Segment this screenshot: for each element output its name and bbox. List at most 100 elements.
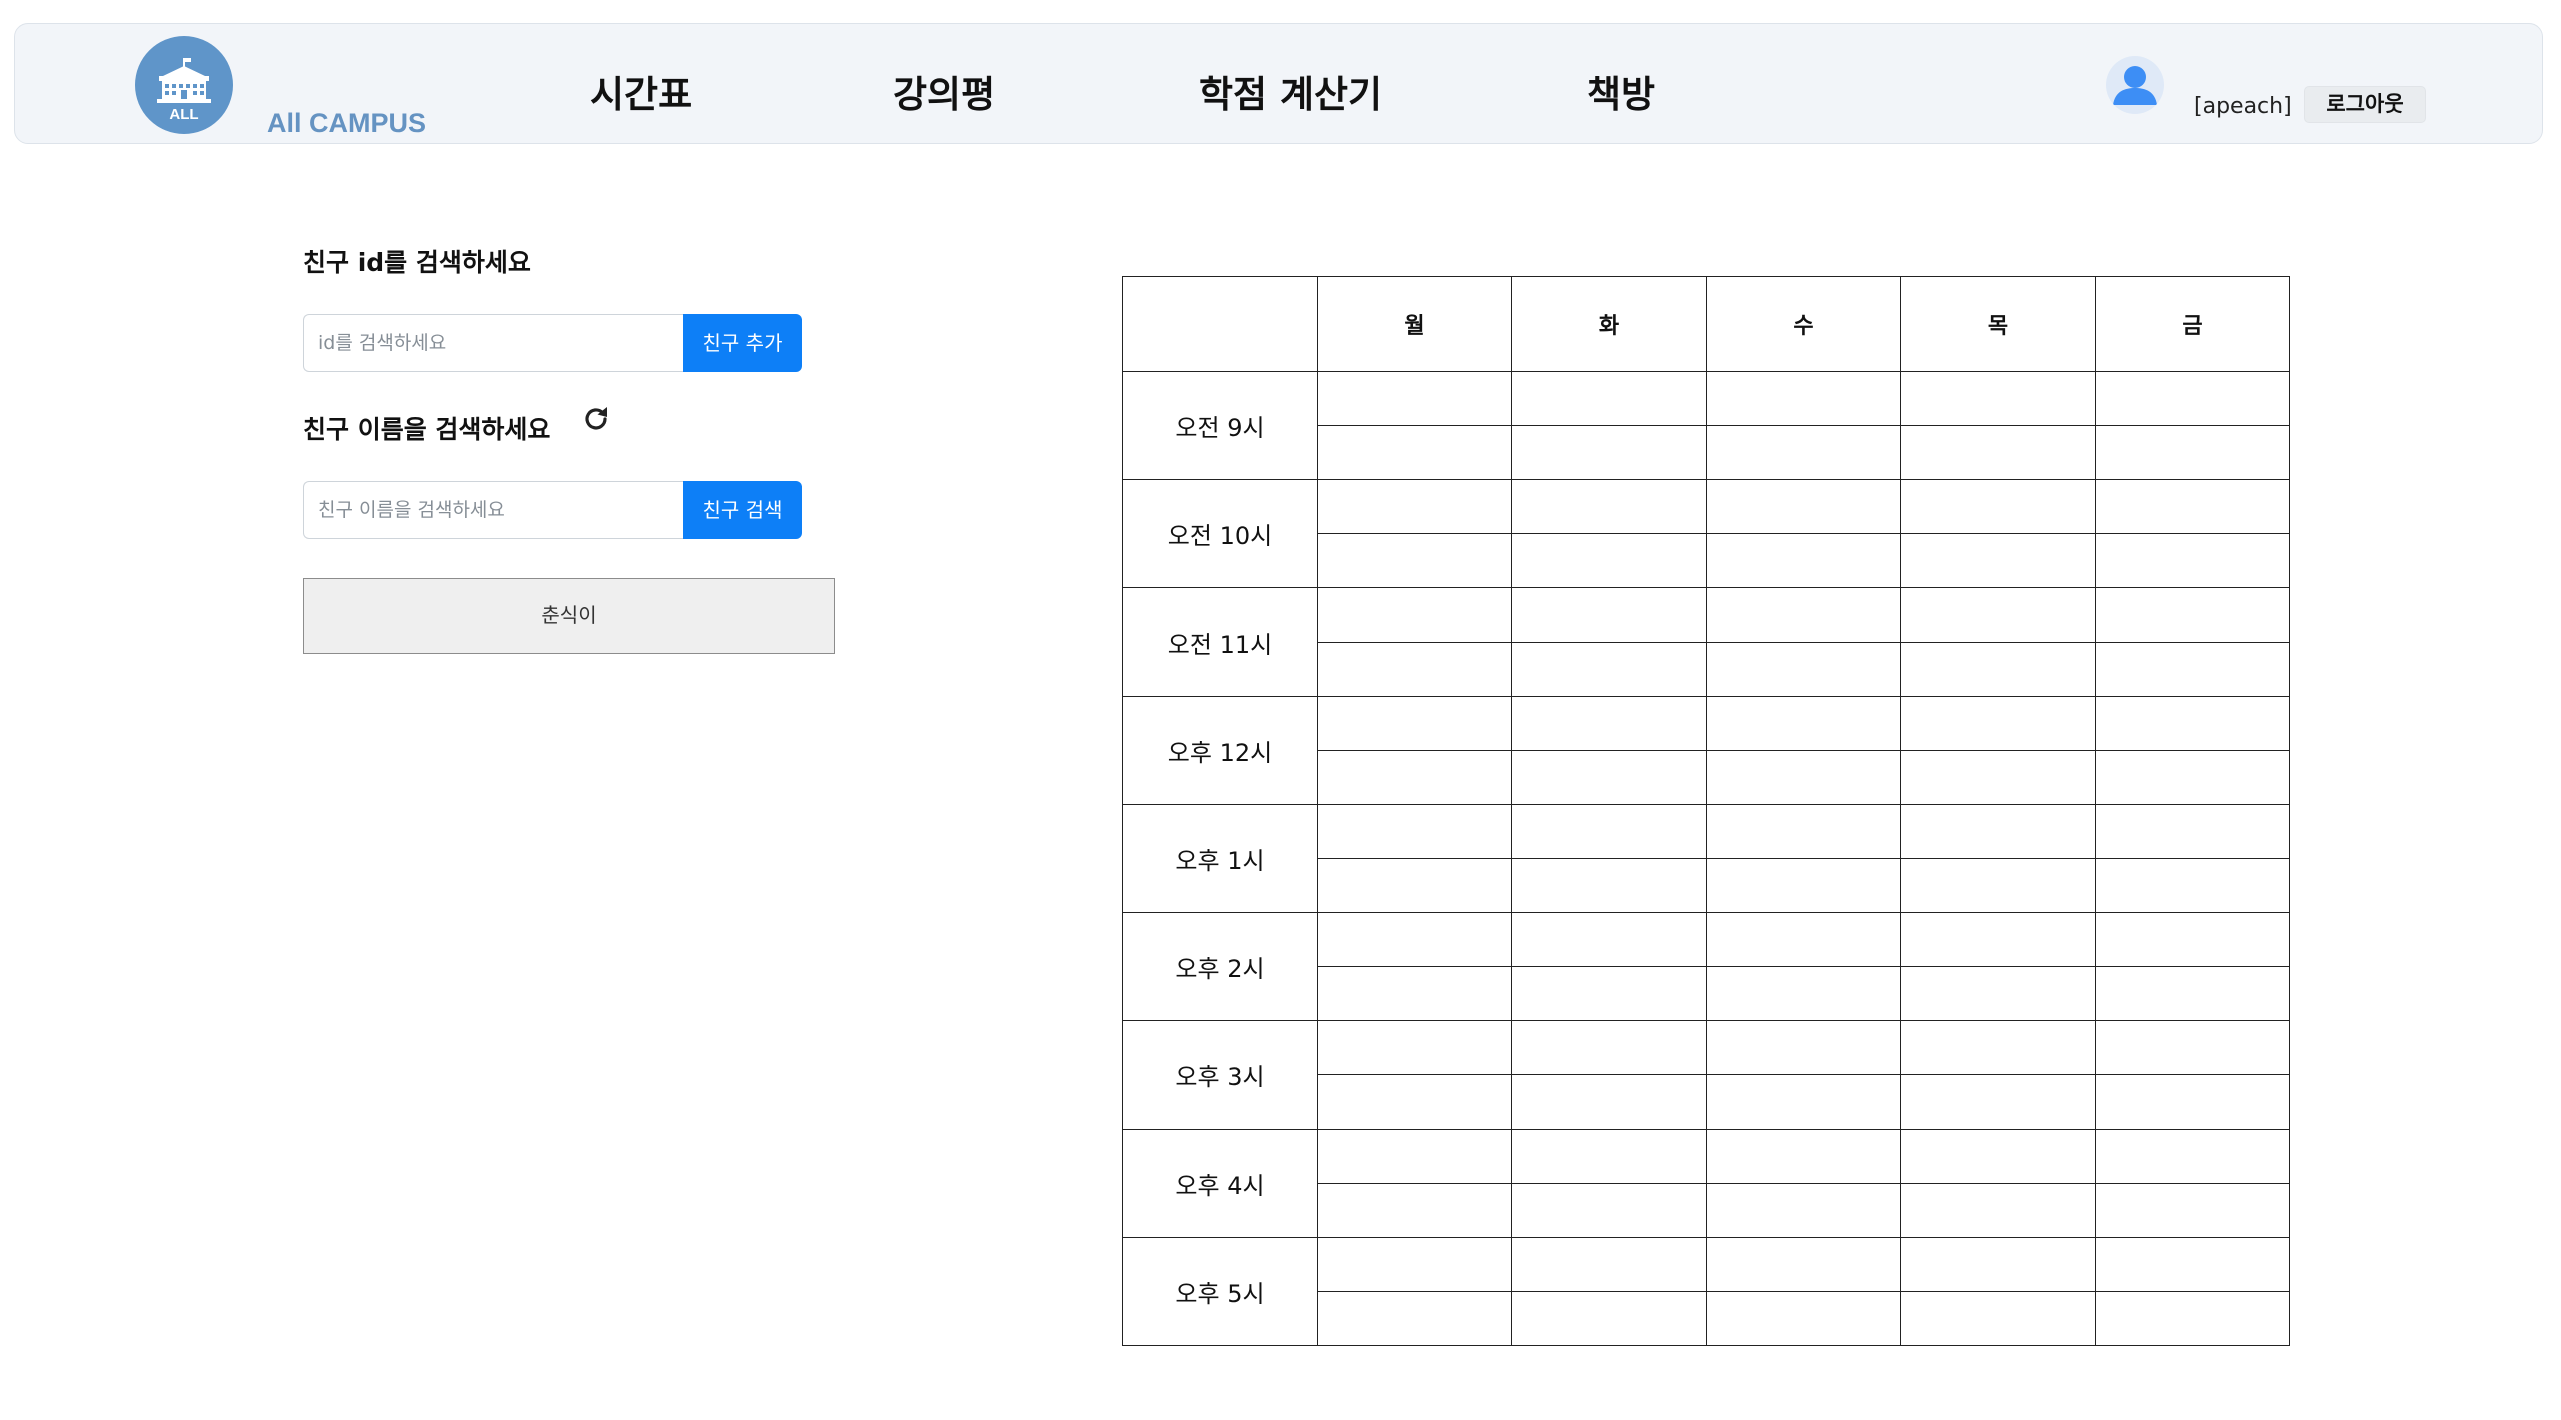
timetable-slot[interactable] bbox=[1706, 1182, 1901, 1238]
timetable-slot[interactable] bbox=[1900, 370, 2096, 427]
timetable-slot[interactable] bbox=[1511, 803, 1707, 859]
timetable-slot[interactable] bbox=[1317, 803, 1512, 859]
timetable-slot[interactable] bbox=[1706, 1020, 1901, 1076]
timetable-slot[interactable] bbox=[1511, 695, 1707, 751]
timetable-slot[interactable] bbox=[2095, 1128, 2290, 1184]
timetable-slot[interactable] bbox=[1317, 1074, 1512, 1130]
timetable-slot[interactable] bbox=[1511, 641, 1707, 697]
timetable-slot[interactable] bbox=[1511, 587, 1707, 643]
timetable-slot[interactable] bbox=[1511, 1182, 1707, 1238]
timetable-slot[interactable] bbox=[2095, 425, 2290, 481]
timetable-slot[interactable] bbox=[1706, 479, 1901, 535]
timetable-slot[interactable] bbox=[1900, 1236, 2096, 1292]
user-icon[interactable] bbox=[2106, 56, 2164, 114]
timetable-slot[interactable] bbox=[1511, 1290, 1707, 1347]
nav-grade-calculator[interactable]: 학점 계산기 bbox=[1199, 64, 1382, 118]
timetable-slot[interactable] bbox=[2095, 749, 2290, 805]
timetable-slot[interactable] bbox=[1900, 803, 2096, 859]
timetable-slot[interactable] bbox=[1900, 1128, 2096, 1184]
timetable-slot[interactable] bbox=[1317, 912, 1512, 968]
timetable-slot[interactable] bbox=[2095, 1236, 2290, 1292]
timetable-slot[interactable] bbox=[1317, 749, 1512, 805]
timetable-slot[interactable] bbox=[1511, 966, 1707, 1022]
refresh-icon[interactable] bbox=[580, 403, 612, 435]
timetable-slot[interactable] bbox=[1706, 587, 1901, 643]
nav-lecture-reviews[interactable]: 강의평 bbox=[893, 64, 995, 118]
search-friend-button[interactable]: 친구 검색 bbox=[683, 481, 802, 539]
logout-button[interactable]: 로그아웃 bbox=[2304, 86, 2426, 123]
timetable-slot[interactable] bbox=[2095, 912, 2290, 968]
timetable-slot[interactable] bbox=[1511, 1074, 1707, 1130]
timetable-slot[interactable] bbox=[2095, 587, 2290, 643]
timetable-slot[interactable] bbox=[2095, 641, 2290, 697]
brand-name[interactable]: All CAMPUS bbox=[267, 108, 426, 139]
timetable-slot[interactable] bbox=[2095, 533, 2290, 589]
timetable-slot[interactable] bbox=[1900, 1020, 2096, 1076]
timetable-slot[interactable] bbox=[1900, 1074, 2096, 1130]
timetable-slot[interactable] bbox=[1317, 479, 1512, 535]
timetable-slot[interactable] bbox=[1511, 479, 1707, 535]
timetable-slot[interactable] bbox=[1706, 1128, 1901, 1184]
timetable-slot[interactable] bbox=[2095, 370, 2290, 427]
nav-bookstore[interactable]: 책방 bbox=[1587, 64, 1655, 118]
timetable-slot[interactable] bbox=[1317, 1128, 1512, 1184]
timetable-slot[interactable] bbox=[1900, 695, 2096, 751]
timetable-slot[interactable] bbox=[1706, 749, 1901, 805]
timetable-slot[interactable] bbox=[1900, 641, 2096, 697]
timetable-slot[interactable] bbox=[1511, 912, 1707, 968]
timetable-slot[interactable] bbox=[1706, 370, 1901, 427]
timetable-slot[interactable] bbox=[1900, 966, 2096, 1022]
timetable-slot[interactable] bbox=[1706, 695, 1901, 751]
timetable-slot[interactable] bbox=[2095, 1182, 2290, 1238]
timetable-slot[interactable] bbox=[1317, 641, 1512, 697]
timetable-slot[interactable] bbox=[2095, 1290, 2290, 1347]
timetable-slot[interactable] bbox=[1706, 803, 1901, 859]
friend-list-item[interactable]: 춘식이 bbox=[303, 578, 835, 654]
timetable-slot[interactable] bbox=[1511, 1128, 1707, 1184]
timetable-slot[interactable] bbox=[1900, 1290, 2096, 1347]
timetable-slot[interactable] bbox=[1706, 533, 1901, 589]
friend-id-input[interactable] bbox=[303, 314, 683, 372]
timetable-slot[interactable] bbox=[1706, 1290, 1901, 1347]
timetable-slot[interactable] bbox=[2095, 695, 2290, 751]
timetable-slot[interactable] bbox=[1317, 1182, 1512, 1238]
timetable-slot[interactable] bbox=[1900, 912, 2096, 968]
timetable-slot[interactable] bbox=[1317, 1290, 1512, 1347]
timetable-slot[interactable] bbox=[1317, 857, 1512, 914]
timetable-slot[interactable] bbox=[1706, 425, 1901, 481]
timetable-slot[interactable] bbox=[2095, 966, 2290, 1022]
timetable-slot[interactable] bbox=[1317, 370, 1512, 427]
timetable-slot[interactable] bbox=[1900, 587, 2096, 643]
timetable-slot[interactable] bbox=[1317, 533, 1512, 589]
timetable-slot[interactable] bbox=[1900, 1182, 2096, 1238]
timetable-slot[interactable] bbox=[2095, 1074, 2290, 1130]
timetable-slot[interactable] bbox=[2095, 857, 2290, 914]
timetable-slot[interactable] bbox=[1317, 425, 1512, 481]
timetable-slot[interactable] bbox=[2095, 1020, 2290, 1076]
timetable-slot[interactable] bbox=[1900, 533, 2096, 589]
timetable-slot[interactable] bbox=[1706, 1074, 1901, 1130]
timetable-slot[interactable] bbox=[1511, 533, 1707, 589]
timetable-slot[interactable] bbox=[1511, 1020, 1707, 1076]
timetable-slot[interactable] bbox=[1706, 641, 1901, 697]
timetable-slot[interactable] bbox=[1900, 749, 2096, 805]
add-friend-button[interactable]: 친구 추가 bbox=[683, 314, 802, 372]
timetable-slot[interactable] bbox=[1511, 749, 1707, 805]
nav-timetable[interactable]: 시간표 bbox=[590, 64, 692, 118]
timetable-slot[interactable] bbox=[1706, 1236, 1901, 1292]
timetable-slot[interactable] bbox=[1706, 966, 1901, 1022]
timetable-slot[interactable] bbox=[1511, 370, 1707, 427]
school-logo-icon[interactable]: ALL bbox=[135, 36, 233, 134]
timetable-slot[interactable] bbox=[2095, 803, 2290, 859]
timetable-slot[interactable] bbox=[1511, 857, 1707, 914]
timetable-slot[interactable] bbox=[1317, 1236, 1512, 1292]
timetable-slot[interactable] bbox=[1900, 425, 2096, 481]
timetable-slot[interactable] bbox=[1706, 857, 1901, 914]
timetable-slot[interactable] bbox=[1511, 425, 1707, 481]
timetable-slot[interactable] bbox=[1900, 479, 2096, 535]
timetable-slot[interactable] bbox=[1511, 1236, 1707, 1292]
timetable-slot[interactable] bbox=[1317, 1020, 1512, 1076]
timetable-slot[interactable] bbox=[2095, 479, 2290, 535]
friend-name-input[interactable] bbox=[303, 481, 683, 539]
timetable-slot[interactable] bbox=[1706, 912, 1901, 968]
